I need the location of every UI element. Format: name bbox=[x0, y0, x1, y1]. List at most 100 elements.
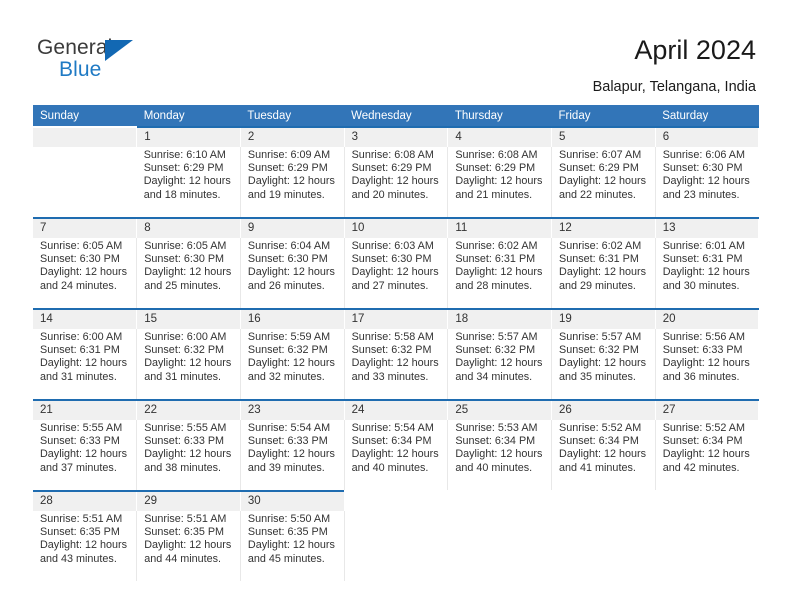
weekday-row: Sunday Monday Tuesday Wednesday Thursday… bbox=[33, 105, 759, 126]
day-cell[interactable]: Sunrise: 6:10 AM Sunset: 6:29 PM Daylight:… bbox=[136, 147, 241, 217]
day-detail-line: Daylight: 12 hours bbox=[351, 357, 439, 370]
day-cell[interactable]: Sunrise: 6:05 AM Sunset: 6:30 PM Daylight:… bbox=[136, 238, 241, 308]
day-detail-line: Sunset: 6:30 PM bbox=[40, 253, 120, 266]
day-number[interactable]: 27 bbox=[655, 401, 760, 420]
day-cell[interactable]: Sunrise: 5:59 AM Sunset: 6:32 PM Daylight:… bbox=[240, 329, 345, 399]
day-number-row: 21 22 23 24 25 26 27 bbox=[33, 401, 760, 420]
day-cell[interactable]: Sunrise: 6:08 AM Sunset: 6:29 PM Daylight:… bbox=[344, 147, 449, 217]
day-number[interactable]: 1 bbox=[136, 128, 241, 147]
day-number[interactable]: 22 bbox=[136, 401, 241, 420]
day-cell[interactable]: Sunrise: 5:57 AM Sunset: 6:32 PM Daylight:… bbox=[447, 329, 553, 399]
day-cell[interactable]: Sunrise: 6:09 AM Sunset: 6:29 PM Daylight:… bbox=[240, 147, 345, 217]
day-detail-line: Daylight: 12 hours bbox=[40, 357, 128, 370]
day-detail-line: Sunrise: 5:51 AM bbox=[144, 513, 227, 525]
day-detail-line: Sunrise: 6:08 AM bbox=[351, 149, 434, 161]
day-cell[interactable]: Sunrise: 6:00 AM Sunset: 6:31 PM Daylight:… bbox=[33, 329, 138, 399]
day-cell[interactable]: Sunrise: 6:02 AM Sunset: 6:31 PM Daylight:… bbox=[551, 238, 656, 308]
day-cell[interactable]: Sunrise: 6:02 AM Sunset: 6:31 PM Daylight:… bbox=[447, 238, 553, 308]
day-detail-line: Sunset: 6:34 PM bbox=[351, 435, 432, 448]
day-number[interactable]: 7 bbox=[33, 219, 138, 238]
day-cell[interactable]: Sunrise: 5:52 AM Sunset: 6:34 PM Daylight:… bbox=[551, 420, 656, 490]
day-detail-line: Sunset: 6:30 PM bbox=[247, 253, 328, 266]
day-number[interactable]: 26 bbox=[551, 401, 656, 420]
day-number[interactable]: 11 bbox=[447, 219, 553, 238]
day-number[interactable]: 4 bbox=[447, 128, 553, 147]
day-cell[interactable]: Sunrise: 5:58 AM Sunset: 6:32 PM Daylight:… bbox=[344, 329, 449, 399]
day-cell[interactable]: Sunrise: 5:54 AM Sunset: 6:33 PM Daylight:… bbox=[240, 420, 345, 490]
day-cell[interactable]: Sunrise: 6:05 AM Sunset: 6:30 PM Daylight:… bbox=[33, 238, 138, 308]
day-detail-line: and 24 minutes. bbox=[40, 279, 117, 292]
day-number[interactable]: 28 bbox=[33, 492, 138, 511]
day-detail-line: and 20 minutes. bbox=[351, 188, 429, 201]
day-number[interactable]: 2 bbox=[240, 128, 345, 147]
day-cell[interactable]: Sunrise: 5:56 AM Sunset: 6:33 PM Daylight:… bbox=[655, 329, 759, 399]
day-detail-line: Daylight: 12 hours bbox=[559, 266, 647, 279]
day-detail-line: Daylight: 12 hours bbox=[40, 539, 128, 552]
day-number[interactable]: 21 bbox=[33, 401, 138, 420]
day-number[interactable]: 6 bbox=[655, 128, 760, 147]
day-cell[interactable]: Sunrise: 5:55 AM Sunset: 6:33 PM Daylight:… bbox=[136, 420, 241, 490]
calendar-table: Sunday Monday Tuesday Wednesday Thursday… bbox=[33, 105, 760, 581]
brand-logo[interactable]: General Blue bbox=[37, 36, 157, 84]
day-number[interactable]: 30 bbox=[240, 492, 345, 511]
day-number[interactable]: 16 bbox=[240, 310, 345, 329]
day-detail-line: and 28 minutes. bbox=[455, 279, 533, 292]
day-number-row: 28 29 30 bbox=[33, 492, 759, 511]
day-cell[interactable]: Sunrise: 5:57 AM Sunset: 6:32 PM Daylight:… bbox=[551, 329, 656, 399]
day-cell[interactable]: Sunrise: 5:54 AM Sunset: 6:34 PM Daylight:… bbox=[344, 420, 449, 490]
day-number[interactable]: 3 bbox=[344, 128, 449, 147]
day-detail-line: Sunset: 6:29 PM bbox=[351, 162, 432, 175]
day-number[interactable]: 25 bbox=[447, 401, 553, 420]
day-number[interactable]: 20 bbox=[655, 310, 760, 329]
page-header: General Blue April 2024 Balapur, Telanga… bbox=[0, 0, 792, 104]
day-detail-line: and 18 minutes. bbox=[143, 188, 221, 201]
day-cell[interactable]: Sunrise: 6:00 AM Sunset: 6:32 PM Daylight:… bbox=[136, 329, 241, 399]
day-cell[interactable]: Sunrise: 5:51 AM Sunset: 6:35 PM Daylight:… bbox=[136, 511, 241, 581]
day-detail-line: Daylight: 12 hours bbox=[143, 175, 231, 188]
day-cell[interactable]: Sunrise: 5:53 AM Sunset: 6:34 PM Daylight:… bbox=[447, 420, 553, 490]
day-cell[interactable]: Sunrise: 5:50 AM Sunset: 6:35 PM Daylight:… bbox=[240, 511, 345, 581]
day-detail-line: and 45 minutes. bbox=[247, 552, 325, 565]
day-detail-line: and 32 minutes. bbox=[247, 370, 325, 383]
day-number[interactable]: 19 bbox=[551, 310, 656, 329]
day-number[interactable]: 13 bbox=[655, 219, 760, 238]
day-cell[interactable]: Sunrise: 6:04 AM Sunset: 6:30 PM Daylight:… bbox=[240, 238, 345, 308]
day-detail-line: and 31 minutes. bbox=[144, 370, 222, 383]
day-number[interactable]: 17 bbox=[344, 310, 449, 329]
day-number[interactable]: 8 bbox=[136, 219, 241, 238]
day-number[interactable]: 23 bbox=[240, 401, 345, 420]
day-cell[interactable]: Sunrise: 6:07 AM Sunset: 6:29 PM Daylight:… bbox=[551, 147, 656, 217]
day-number[interactable]: 10 bbox=[344, 219, 449, 238]
day-detail-line: and 23 minutes. bbox=[662, 188, 740, 201]
day-number[interactable]: 15 bbox=[136, 310, 241, 329]
day-cell-empty bbox=[447, 511, 552, 581]
day-number[interactable]: 14 bbox=[33, 310, 138, 329]
day-number[interactable]: 24 bbox=[344, 401, 449, 420]
day-detail-line: Sunset: 6:32 PM bbox=[559, 344, 639, 357]
day-cell[interactable]: Sunrise: 6:01 AM Sunset: 6:31 PM Daylight:… bbox=[655, 238, 759, 308]
day-detail-line: Sunset: 6:35 PM bbox=[40, 526, 120, 539]
day-number[interactable]: 29 bbox=[136, 492, 241, 511]
day-detail-line: Daylight: 12 hours bbox=[351, 448, 439, 461]
day-detail-line: and 29 minutes. bbox=[559, 279, 636, 292]
day-cell[interactable]: Sunrise: 6:06 AM Sunset: 6:30 PM Daylight:… bbox=[655, 147, 759, 217]
day-detail-line: Daylight: 12 hours bbox=[559, 448, 647, 461]
day-cell[interactable]: Sunrise: 5:51 AM Sunset: 6:35 PM Daylight:… bbox=[33, 511, 138, 581]
day-detail-line: Sunset: 6:30 PM bbox=[351, 253, 432, 266]
day-detail-line: and 21 minutes. bbox=[455, 188, 533, 201]
day-detail-line: Sunset: 6:35 PM bbox=[144, 526, 225, 539]
day-detail-line: Sunset: 6:30 PM bbox=[144, 253, 225, 266]
day-cell[interactable]: Sunrise: 5:52 AM Sunset: 6:34 PM Daylight:… bbox=[655, 420, 759, 490]
day-cell[interactable]: Sunrise: 6:03 AM Sunset: 6:30 PM Daylight:… bbox=[344, 238, 449, 308]
day-cell-empty bbox=[655, 511, 759, 581]
day-cell[interactable]: Sunrise: 5:55 AM Sunset: 6:33 PM Daylight:… bbox=[33, 420, 138, 490]
day-number[interactable]: 18 bbox=[447, 310, 553, 329]
day-detail-line: Sunset: 6:35 PM bbox=[247, 526, 328, 539]
day-number-empty bbox=[344, 492, 448, 511]
day-number[interactable]: 12 bbox=[551, 219, 656, 238]
day-detail-line: Sunrise: 5:53 AM bbox=[455, 422, 538, 434]
day-number[interactable]: 5 bbox=[551, 128, 656, 147]
day-cell[interactable]: Sunrise: 6:08 AM Sunset: 6:29 PM Daylight:… bbox=[447, 147, 553, 217]
day-detail-line: Sunrise: 6:01 AM bbox=[662, 240, 745, 252]
day-number[interactable]: 9 bbox=[240, 219, 345, 238]
